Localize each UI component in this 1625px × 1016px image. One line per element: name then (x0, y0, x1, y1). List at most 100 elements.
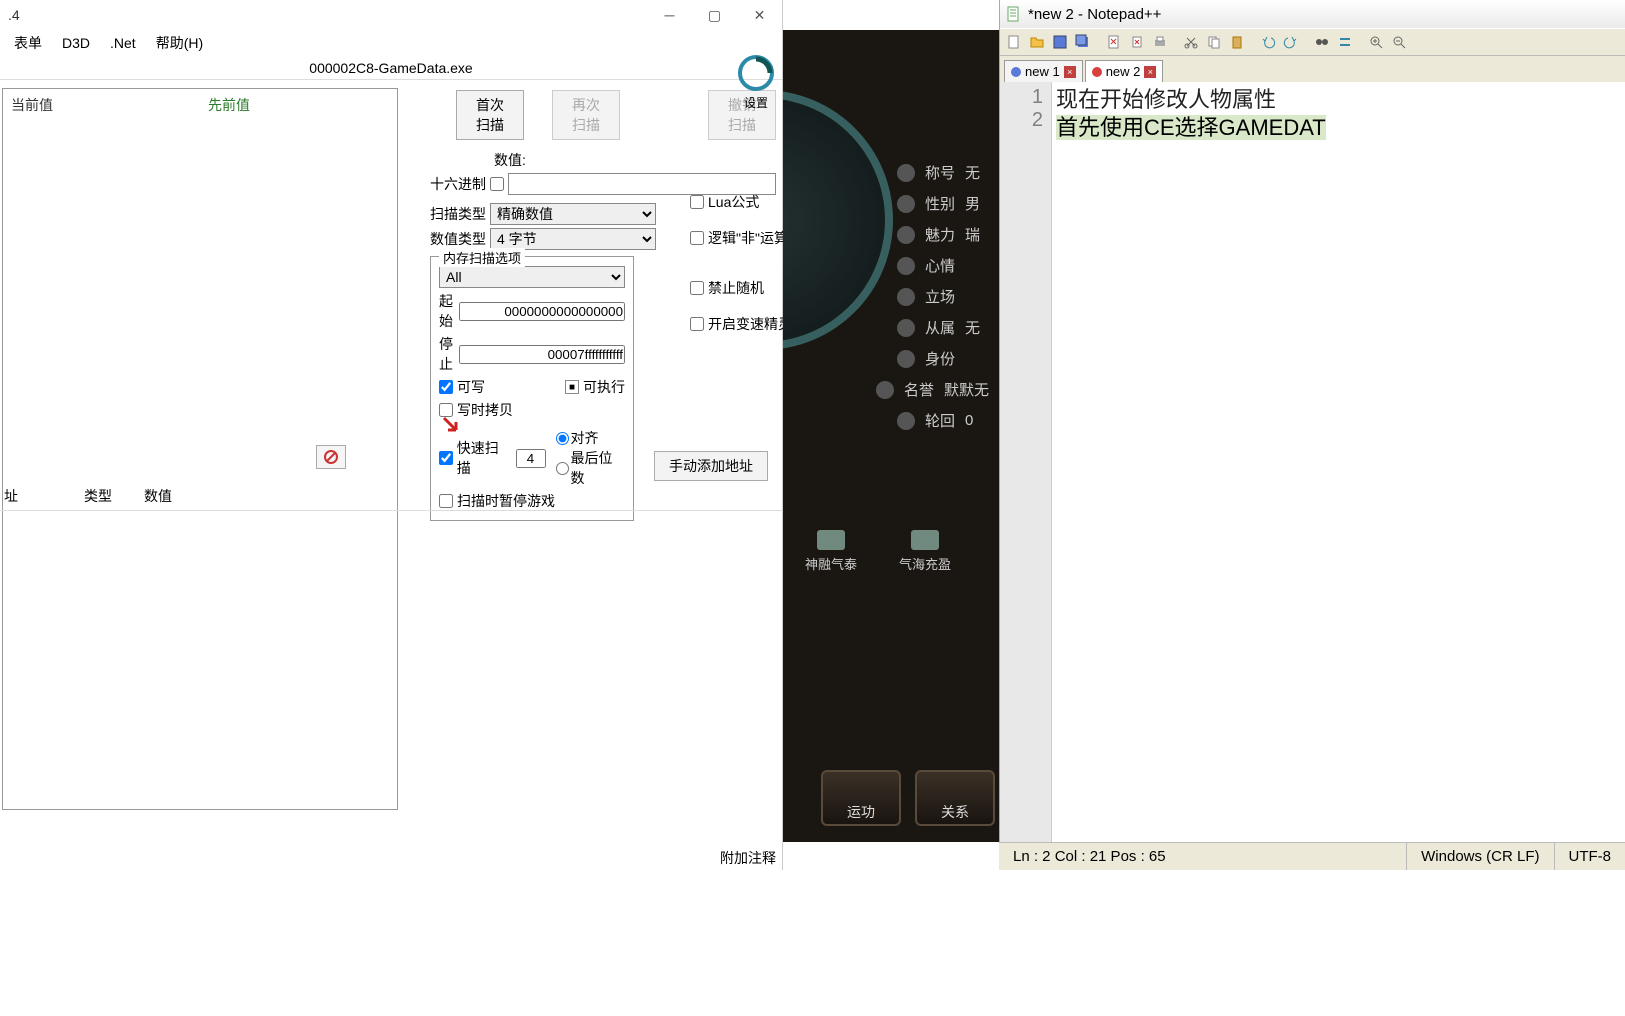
start-label: 起始 (439, 291, 455, 331)
disks-icon (1075, 34, 1091, 50)
npp-editor[interactable]: 12 现在开始修改人物属性 首先使用CE选择GAMEDAT (1000, 82, 1625, 870)
stop-address-input[interactable] (459, 345, 625, 364)
replace-button[interactable] (1335, 32, 1355, 52)
paste-button[interactable] (1227, 32, 1247, 52)
stat-性别: 性别男 (897, 193, 989, 214)
find-button[interactable] (1312, 32, 1332, 52)
col-type[interactable]: 类型 (80, 486, 140, 506)
stat-icon (897, 412, 915, 430)
close-tab-icon[interactable]: × (1064, 66, 1076, 78)
clipboard-icon (1229, 34, 1245, 50)
hex-checkbox[interactable] (490, 177, 504, 191)
menu-net[interactable]: .Net (100, 33, 146, 53)
value-type-select[interactable]: 4 字节 (490, 228, 656, 250)
arrow-down-right-icon (440, 414, 460, 434)
game-button-2[interactable]: 关系 (915, 770, 995, 826)
first-scan-button[interactable]: 首次扫描 (456, 90, 524, 140)
stat-icon (897, 319, 915, 337)
norandom-checkbox[interactable] (690, 281, 704, 295)
redo-button[interactable] (1281, 32, 1301, 52)
status-eol: Windows (CR LF) (1406, 843, 1553, 870)
close-tab-icon[interactable]: × (1144, 66, 1156, 78)
executable-checkbox[interactable]: ■ (565, 380, 579, 394)
scan-type-select[interactable]: 精确数值 (490, 203, 656, 225)
copy-icon (1206, 34, 1222, 50)
stat-icon (897, 164, 915, 182)
npp-titlebar: *new 2 - Notepad++ (1000, 0, 1625, 28)
delete-result-button[interactable] (316, 445, 346, 469)
stat-icon (897, 288, 915, 306)
lastdigits-radio[interactable] (556, 462, 569, 475)
game-button-1[interactable]: 运功 (821, 770, 901, 826)
zoom-out-button[interactable] (1389, 32, 1409, 52)
col-address[interactable]: 址 (0, 486, 80, 506)
printer-icon (1152, 34, 1168, 50)
tab-new1[interactable]: new 1× (1004, 60, 1083, 82)
add-to-list-button[interactable] (436, 410, 464, 438)
disk-icon (1052, 34, 1068, 50)
scissors-icon (1183, 34, 1199, 50)
cheat-engine-window: .4 ─ ▢ ✕ 表单 D3D .Net 帮助(H) 000002C8-Game… (0, 0, 783, 870)
buff-1[interactable]: 神融气泰 (799, 530, 863, 573)
minimize-button[interactable]: ─ (647, 0, 692, 30)
zoom-in-icon (1368, 34, 1384, 50)
fastscan-value-input[interactable] (516, 449, 546, 468)
npp-tabstrip: new 1× new 2× (1000, 56, 1625, 82)
close-file-button[interactable] (1104, 32, 1124, 52)
next-scan-button: 再次扫描 (552, 90, 620, 140)
editor-content[interactable]: 现在开始修改人物属性 首先使用CE选择GAMEDAT (1052, 82, 1625, 870)
add-comment-link[interactable]: 附加注释 (720, 848, 776, 868)
tab-new2[interactable]: new 2× (1085, 60, 1164, 82)
ce-logo-icon (738, 55, 774, 91)
print-button[interactable] (1150, 32, 1170, 52)
menu-help[interactable]: 帮助(H) (146, 31, 213, 55)
stop-label: 停止 (439, 334, 455, 374)
address-table-body[interactable] (0, 511, 783, 851)
lua-formula-checkbox[interactable] (690, 195, 704, 209)
npp-statusbar: Ln : 2 Col : 21 Pos : 65 Windows (CR LF)… (999, 842, 1625, 870)
stat-名誉: 名誉默默无 (876, 379, 989, 400)
stat-立场: 立场 (897, 286, 989, 307)
attached-process: 000002C8-GameData.exe (0, 56, 782, 80)
folder-icon (1029, 34, 1045, 50)
writable-checkbox[interactable] (439, 380, 453, 394)
open-file-button[interactable] (1027, 32, 1047, 52)
stat-身份: 身份 (897, 348, 989, 369)
col-value[interactable]: 数值 (140, 486, 192, 506)
fastscan-checkbox[interactable] (439, 451, 453, 465)
new-file-button[interactable] (1004, 32, 1024, 52)
manual-add-button[interactable]: 手动添加地址 (654, 451, 768, 481)
stat-icon (876, 381, 894, 399)
extra-checks: Lua公式 逻辑"非"运算 禁止随机 开启变速精灵 (690, 192, 792, 334)
mem-region-select[interactable]: All (439, 266, 625, 288)
stat-从属: 从属无 (897, 317, 989, 338)
menu-d3d[interactable]: D3D (52, 33, 100, 53)
file-x-icon (1106, 34, 1122, 50)
stat-icon (897, 226, 915, 244)
replace-icon (1337, 34, 1353, 50)
zoom-in-button[interactable] (1366, 32, 1386, 52)
scan-type-label: 扫描类型 (430, 204, 486, 224)
ce-menubar: 表单 D3D .Net 帮助(H) (0, 30, 782, 56)
close-button[interactable]: ✕ (737, 0, 782, 30)
save-all-button[interactable] (1073, 32, 1093, 52)
menu-table[interactable]: 表单 (4, 31, 52, 55)
cut-button[interactable] (1181, 32, 1201, 52)
speedhack-checkbox[interactable] (690, 317, 704, 331)
start-address-input[interactable] (459, 302, 625, 321)
not-checkbox[interactable] (690, 231, 704, 245)
maximize-button[interactable]: ▢ (692, 0, 737, 30)
copy-button[interactable] (1204, 32, 1224, 52)
stat-轮回: 轮回0 (897, 410, 989, 431)
undo-button[interactable] (1258, 32, 1278, 52)
settings-button[interactable]: 设置 (736, 55, 776, 111)
col-current-value: 当前值 (3, 93, 200, 117)
npp-title-text: *new 2 - Notepad++ (1028, 6, 1161, 23)
stat-icon (897, 257, 915, 275)
save-button[interactable] (1050, 32, 1070, 52)
close-all-button[interactable] (1127, 32, 1147, 52)
status-encoding: UTF-8 (1554, 843, 1625, 870)
aligned-radio[interactable] (556, 432, 569, 445)
col-previous-value: 先前值 (200, 93, 397, 117)
buff-2[interactable]: 气海充盈 (893, 530, 957, 573)
